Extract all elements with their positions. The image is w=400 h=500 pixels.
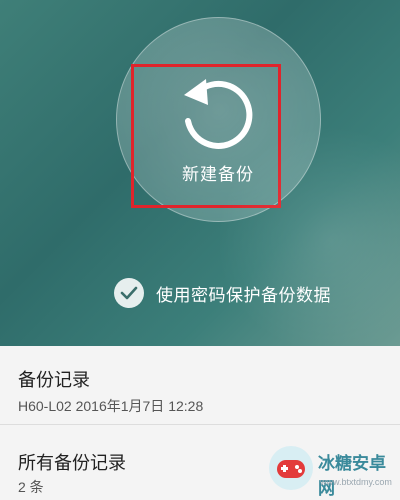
watermark-url: www.btxtdmy.com [320, 477, 392, 487]
watermark-name: 冰糖安卓网 [318, 454, 386, 499]
highlight-annotation-box [131, 64, 281, 208]
password-protect-label: 使用密码保护备份数据 [156, 285, 331, 306]
all-backup-records-count: 2 条 [18, 479, 44, 495]
backup-hero-panel: 新建备份 使用密码保护备份数据 [0, 0, 400, 346]
watermark-logo-icon [269, 446, 313, 490]
check-icon[interactable] [114, 278, 144, 308]
backup-records-latest: H60-L02 2016年1月7日 12:28 [18, 398, 204, 414]
password-protect-option[interactable]: 使用密码保护备份数据 [114, 277, 331, 309]
watermark: 冰糖安卓网 www.btxtdmy.com [268, 443, 398, 499]
backup-records-title: 备份记录 [18, 370, 90, 391]
backup-records-item[interactable]: 备份记录 H60-L02 2016年1月7日 12:28 [0, 346, 400, 424]
all-backup-records-title: 所有备份记录 [18, 453, 126, 474]
